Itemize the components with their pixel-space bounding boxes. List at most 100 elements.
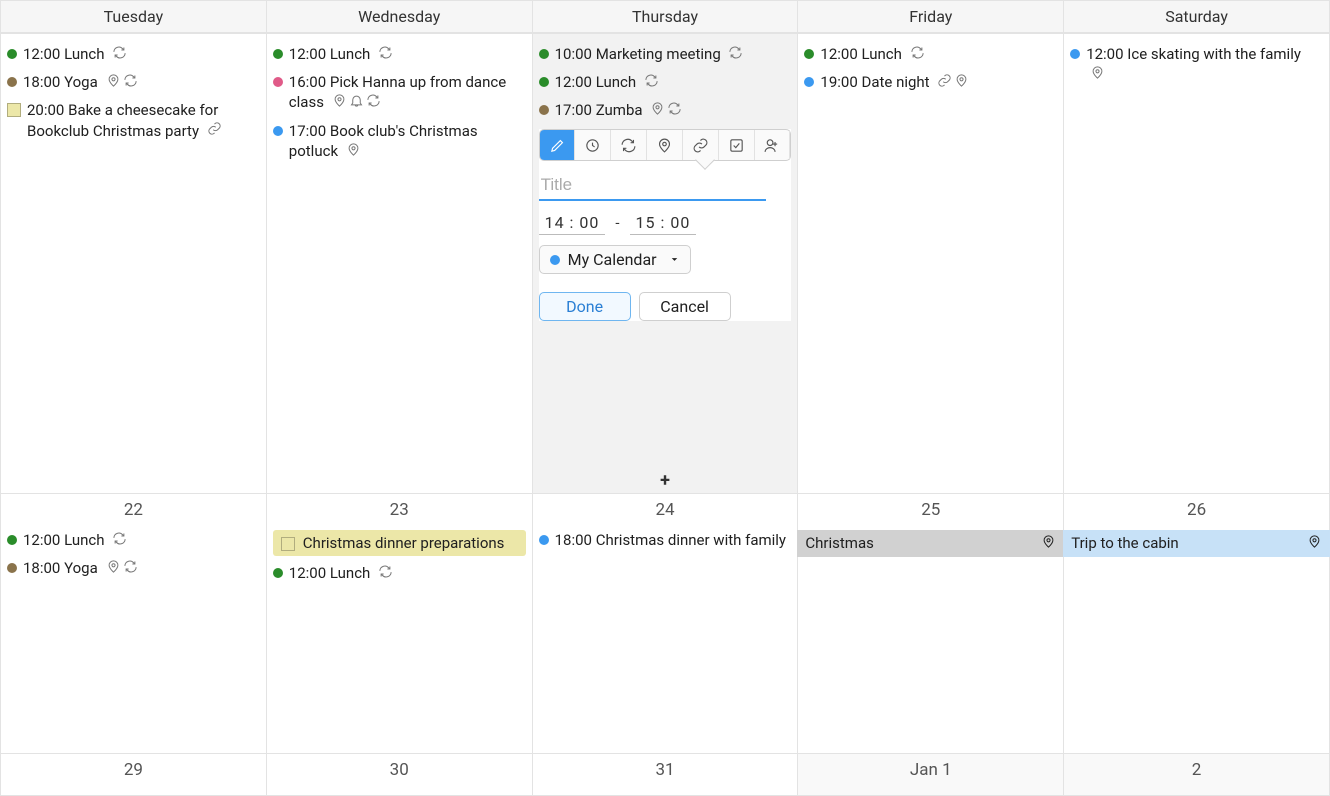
event-item[interactable]: 10:00 Marketing meeting <box>539 42 792 67</box>
repeat-icon <box>378 564 393 584</box>
day-cell[interactable]: 30 <box>267 753 533 795</box>
event-item[interactable]: 12:00 Ice skating with the family <box>1070 42 1323 87</box>
event-title: Trip to the cabin <box>1071 534 1299 552</box>
repeat-tab[interactable] <box>611 130 647 160</box>
end-time-field[interactable]: 15 : 00 <box>630 211 697 235</box>
event-title: Lunch <box>330 564 370 582</box>
day-number: 24 <box>539 498 792 524</box>
day-cell[interactable]: 24 18:00 Christmas dinner with family <box>533 493 799 753</box>
event-list: Trip to the cabin <box>1070 524 1323 559</box>
all-day-event[interactable]: Trip to the cabin <box>1063 530 1330 557</box>
event-time: 20:00 <box>27 101 64 119</box>
event-title: Lunch <box>64 45 104 63</box>
event-item[interactable]: 12:00 Lunch <box>273 42 526 67</box>
location-icon <box>106 559 121 579</box>
event-time: 16:00 <box>289 73 326 91</box>
day-number: 30 <box>273 758 526 784</box>
event-item[interactable]: 17:00 Zumba <box>539 98 792 123</box>
event-title: Yoga <box>64 73 98 91</box>
location-tab[interactable] <box>647 130 683 160</box>
repeat-icon <box>667 101 682 121</box>
day-cell[interactable]: 12:00 Ice skating with the family <box>1064 33 1329 493</box>
calendar-color-dot <box>7 77 17 87</box>
event-list: 12:00 Lunch 18:00 Yoga 20:00 Bake a chee… <box>7 38 260 144</box>
link-icon <box>207 121 222 141</box>
location-icon <box>346 142 361 162</box>
event-item[interactable]: 18:00 Christmas dinner with family <box>539 528 792 552</box>
all-day-event[interactable]: Christmas <box>797 530 1064 557</box>
event-item[interactable]: 12:00 Lunch <box>7 528 260 553</box>
calendar-color-dot <box>7 49 17 59</box>
day-cell[interactable]: 29 <box>1 753 267 795</box>
calendar-color-dot <box>273 77 283 87</box>
task-square-icon <box>7 103 21 117</box>
edit-tab[interactable] <box>540 130 576 160</box>
repeat-icon <box>644 73 659 93</box>
event-item[interactable]: 18:00 Yoga <box>7 70 260 95</box>
cancel-button[interactable]: Cancel <box>639 292 731 321</box>
day-cell[interactable]: 2 <box>1064 753 1329 795</box>
event-time: 12:00 <box>289 564 326 582</box>
event-item[interactable]: 18:00 Yoga <box>7 556 260 581</box>
done-button[interactable]: Done <box>539 292 631 321</box>
event-item[interactable]: 20:00 Bake a cheesecake for Bookclub Chr… <box>7 98 260 143</box>
calendar-color-dot <box>539 77 549 87</box>
location-icon <box>1041 535 1056 553</box>
bell-icon <box>349 93 364 113</box>
event-title: Yoga <box>64 559 98 577</box>
event-item[interactable]: 12:00 Lunch <box>273 561 526 586</box>
day-cell[interactable]: 25Christmas <box>798 493 1064 753</box>
event-time: 10:00 <box>555 45 592 63</box>
event-item[interactable]: 16:00 Pick Hanna up from dance class <box>273 70 526 115</box>
repeat-icon <box>112 531 127 551</box>
event-title: Christmas <box>805 534 1033 552</box>
day-cell[interactable]: 12:00 Lunch 19:00 Date night <box>798 33 1064 493</box>
calendar-color-dot <box>539 535 549 545</box>
calendar-color-dot <box>273 49 283 59</box>
repeat-icon <box>123 559 138 579</box>
location-icon <box>1090 65 1105 85</box>
day-cell[interactable]: Jan 1 <box>798 753 1064 795</box>
weekday-header: Saturday <box>1064 1 1329 32</box>
location-icon <box>106 73 121 93</box>
event-time: 18:00 <box>23 73 60 91</box>
add-event-button[interactable]: + <box>533 470 798 493</box>
event-title-input[interactable] <box>539 171 767 201</box>
day-cell[interactable]: 23Christmas dinner preparations12:00 Lun… <box>267 493 533 753</box>
calendar-color-dot <box>539 105 549 115</box>
event-item[interactable]: 12:00 Lunch <box>7 42 260 67</box>
attendees-tab[interactable] <box>755 130 791 160</box>
event-time: 18:00 <box>23 559 60 577</box>
day-cell[interactable]: 31 <box>533 753 799 795</box>
caret-down-icon <box>669 250 680 269</box>
weekday-header: Wednesday <box>267 1 533 32</box>
event-time: 12:00 <box>555 73 592 91</box>
time-row: 14 : 00-15 : 00 <box>539 211 792 235</box>
day-cell[interactable]: 12:00 Lunch 18:00 Yoga 20:00 Bake a chee… <box>1 33 267 493</box>
start-time-field[interactable]: 14 : 00 <box>539 211 606 235</box>
day-cell[interactable]: 12:00 Lunch 16:00 Pick Hanna up from dan… <box>267 33 533 493</box>
event-title: Christmas dinner preparations <box>303 534 518 552</box>
calendar-select[interactable]: My Calendar <box>539 245 691 274</box>
event-item[interactable]: 17:00 Book club's Christmas potluck <box>273 119 526 164</box>
day-number: 22 <box>7 498 260 524</box>
day-cell[interactable]: 10:00 Marketing meeting 12:00 Lunch 17:0… <box>533 33 799 493</box>
time-tab[interactable] <box>575 130 611 160</box>
location-icon <box>650 101 665 121</box>
calendar-color-dot <box>273 568 283 578</box>
event-time: 17:00 <box>289 122 326 140</box>
event-title: Marketing meeting <box>596 45 721 63</box>
event-list: 18:00 Christmas dinner with family <box>539 524 792 552</box>
day-number: 29 <box>7 758 260 784</box>
event-time: 12:00 <box>820 45 857 63</box>
event-item[interactable]: 19:00 Date night <box>804 70 1057 95</box>
event-item[interactable]: 12:00 Lunch <box>804 42 1057 67</box>
calendar-color-dot <box>539 49 549 59</box>
event-list: Christmas <box>804 524 1057 559</box>
event-title: Zumba <box>596 101 643 119</box>
checklist-tab[interactable] <box>719 130 755 160</box>
day-cell[interactable]: 26Trip to the cabin <box>1064 493 1329 753</box>
day-cell[interactable]: 22 12:00 Lunch 18:00 Yoga <box>1 493 267 753</box>
all-day-event[interactable]: Christmas dinner preparations <box>273 530 526 556</box>
event-item[interactable]: 12:00 Lunch <box>539 70 792 95</box>
